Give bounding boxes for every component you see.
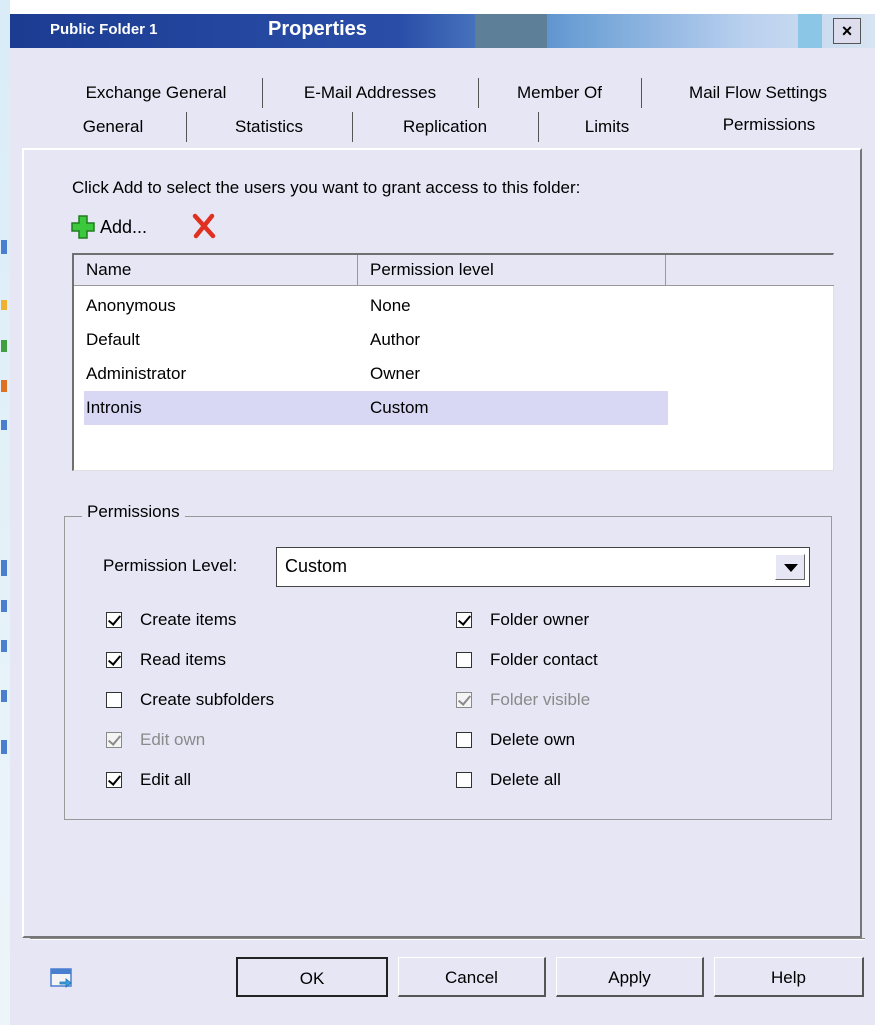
checkbox-folder-owner[interactable]: Folder owner: [456, 610, 589, 630]
help-button[interactable]: Help: [714, 957, 864, 997]
window-title: Properties: [268, 18, 367, 40]
list-row[interactable]: Default Author: [84, 323, 668, 357]
checkbox-read-items[interactable]: Read items: [106, 650, 226, 670]
checkbox-label: Edit own: [140, 730, 206, 749]
title-bar[interactable]: Public Folder 1 Properties: [10, 14, 875, 48]
checkbox-box[interactable]: [106, 772, 122, 788]
apply-button[interactable]: Apply: [556, 957, 704, 997]
tab-replication[interactable]: Replication: [352, 112, 539, 142]
row-level: Author: [370, 330, 421, 349]
list-row[interactable]: Administrator Owner: [84, 357, 668, 391]
list-header: Name Permission level: [74, 255, 834, 286]
background-window-edge: [0, 0, 10, 1025]
permissions-group-label: Permissions: [82, 502, 185, 522]
list-row[interactable]: Anonymous None: [84, 289, 668, 323]
remove-x-icon[interactable]: [190, 212, 218, 240]
row-level: None: [370, 296, 411, 315]
folder-name-title: Public Folder 1: [50, 21, 158, 38]
checkbox-box: [456, 692, 472, 708]
tab-email-addresses[interactable]: E-Mail Addresses: [262, 78, 479, 108]
cancel-button[interactable]: Cancel: [398, 957, 546, 997]
green-plus-icon: [71, 215, 95, 239]
add-button[interactable]: Add...: [70, 213, 147, 241]
permissions-list[interactable]: Name Permission level Anonymous None Def…: [72, 253, 834, 471]
row-level: Custom: [370, 398, 429, 417]
footer-divider: [30, 938, 865, 940]
title-bar-artifact: [475, 14, 547, 48]
checkbox-label: Delete own: [490, 730, 576, 749]
checkbox-label: Create items: [140, 610, 237, 629]
column-header-permission-level[interactable]: Permission level: [358, 255, 666, 285]
row-name: Intronis: [86, 398, 142, 417]
checkbox-label: Folder visible: [490, 690, 591, 709]
checkbox-edit-own: Edit own: [106, 730, 205, 750]
permission-level-label: Permission Level:: [103, 556, 238, 575]
checkbox-box[interactable]: [456, 612, 472, 628]
column-header-name[interactable]: Name: [74, 255, 358, 285]
checkbox-box[interactable]: [106, 652, 122, 668]
checkbox-label: Folder owner: [490, 610, 590, 629]
checkbox-label: Folder contact: [490, 650, 598, 669]
checkbox-box[interactable]: [456, 772, 472, 788]
instruction-text: Click Add to select the users you want t…: [72, 178, 581, 197]
checkbox-delete-all[interactable]: Delete all: [456, 770, 561, 790]
checkbox-edit-all[interactable]: Edit all: [106, 770, 191, 790]
checkbox-folder-visible: Folder visible: [456, 690, 590, 710]
tab-mail-flow-settings[interactable]: Mail Flow Settings: [641, 78, 875, 108]
row-name: Anonymous: [86, 296, 176, 315]
checkbox-label: Edit all: [140, 770, 192, 789]
row-name: Administrator: [86, 364, 187, 383]
title-bar-artifact: [798, 14, 822, 48]
checkbox-create-subfolders[interactable]: Create subfolders: [106, 690, 274, 710]
chevron-down-icon[interactable]: [775, 554, 805, 580]
permission-level-select[interactable]: Custom: [276, 547, 810, 587]
permission-level-value: Custom: [285, 556, 348, 576]
row-level: Owner: [370, 364, 421, 383]
checkbox-folder-contact[interactable]: Folder contact: [456, 650, 598, 670]
row-name: Default: [86, 330, 140, 349]
tab-limits[interactable]: Limits: [538, 112, 676, 142]
close-button[interactable]: ×: [833, 18, 861, 44]
tab-member-of[interactable]: Member Of: [478, 78, 642, 108]
list-row-selected[interactable]: Intronis Custom: [84, 391, 668, 425]
checkbox-create-items[interactable]: Create items: [106, 610, 236, 630]
tab-permissions[interactable]: Permissions: [676, 110, 862, 140]
tab-statistics[interactable]: Statistics: [186, 112, 353, 142]
checkbox-box: [106, 732, 122, 748]
tab-general[interactable]: General: [40, 112, 187, 142]
checkbox-box[interactable]: [456, 732, 472, 748]
checkbox-label: Create subfolders: [140, 690, 275, 709]
checkbox-label: Read items: [140, 650, 226, 669]
checkbox-label: Delete all: [490, 770, 561, 789]
checkbox-box[interactable]: [106, 612, 122, 628]
ok-button[interactable]: OK: [236, 957, 388, 997]
checkbox-delete-own[interactable]: Delete own: [456, 730, 575, 750]
add-button-label: Add...: [100, 216, 148, 237]
checkbox-box[interactable]: [456, 652, 472, 668]
help-icon[interactable]: [50, 966, 74, 990]
tab-exchange-general[interactable]: Exchange General: [50, 78, 263, 108]
checkbox-box[interactable]: [106, 692, 122, 708]
